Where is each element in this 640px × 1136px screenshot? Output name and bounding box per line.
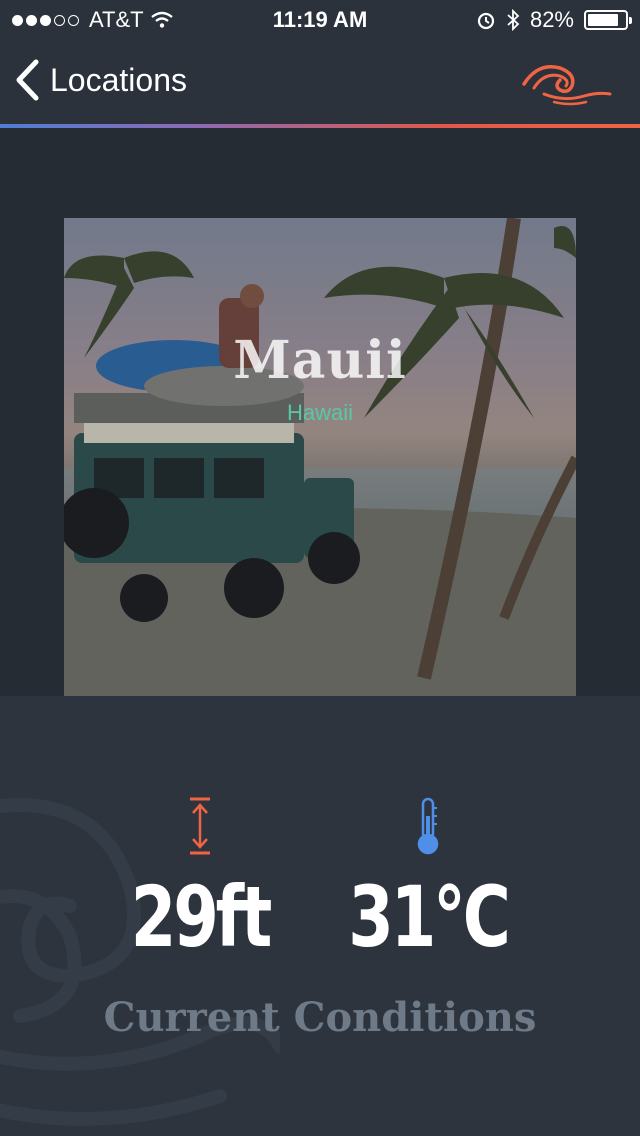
chevron-left-icon xyxy=(16,59,39,101)
conditions-panel: 29ft 31°C Current Conditions xyxy=(0,696,640,1136)
wave-height-value: 29ft xyxy=(130,868,273,966)
battery-percent: 82% xyxy=(529,7,574,32)
temperature-metric: 31°C xyxy=(318,796,538,966)
status-right: 82% xyxy=(476,7,632,33)
beach-scene-illustration xyxy=(64,218,576,696)
temperature-value: 31°C xyxy=(348,868,511,966)
back-button[interactable]: Locations xyxy=(14,58,187,102)
location-subtitle: Hawaii xyxy=(286,400,354,425)
current-conditions-label: Current Conditions xyxy=(103,994,537,1041)
location-title: Mauii xyxy=(233,330,407,391)
location-photo[interactable]: Mauii Hawaii xyxy=(64,218,576,696)
back-label: Locations xyxy=(50,61,187,98)
battery-fill xyxy=(588,14,618,26)
thermometer-icon xyxy=(318,796,538,860)
wave-logo-icon[interactable] xyxy=(520,58,612,106)
bluetooth-icon xyxy=(507,9,520,31)
alarm-icon xyxy=(477,12,495,30)
hero-section: Mauii Hawaii xyxy=(0,128,640,696)
battery-icon xyxy=(584,10,632,30)
nav-bar: Locations xyxy=(0,40,640,124)
wave-height-metric: 29ft xyxy=(90,796,310,966)
status-bar: AT&T 11:19 AM 82% xyxy=(0,0,640,40)
wave-height-arrow-icon xyxy=(90,796,310,860)
